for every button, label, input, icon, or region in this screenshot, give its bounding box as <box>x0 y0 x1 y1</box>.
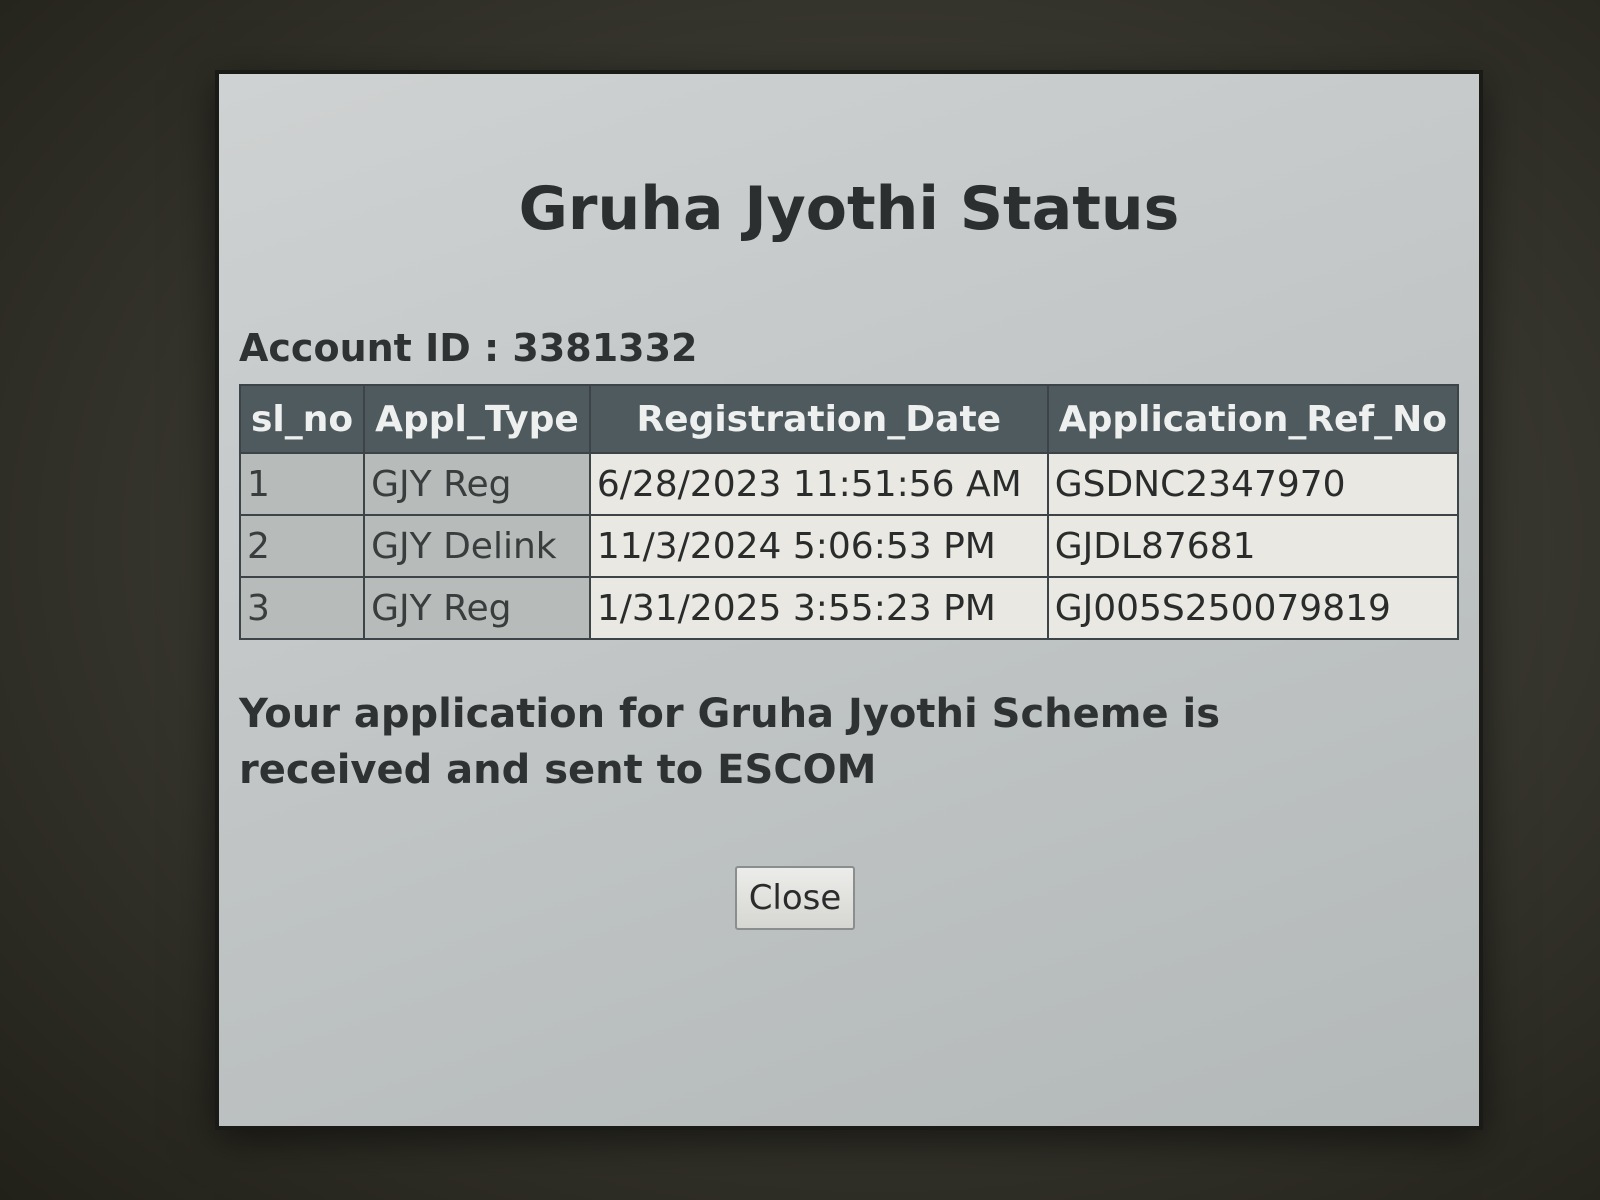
account-id-label: Account ID : 3381332 <box>239 326 698 370</box>
cell-registration-date: 11/3/2024 5:06:53 PM <box>588 514 1049 578</box>
cell-sl-no: 2 <box>238 514 366 578</box>
cell-appl-type: GJY Delink <box>363 514 591 578</box>
cell-application-ref-no: GSDNC2347970 <box>1046 452 1460 516</box>
cell-appl-type: GJY Reg <box>363 576 591 640</box>
cell-appl-type: GJY Reg <box>363 452 591 516</box>
dialog-title: Gruha Jyothi Status <box>518 174 1180 244</box>
status-dialog: Gruha Jyothi Status Account ID : 3381332… <box>215 70 1483 1130</box>
header-sl-no: sl_no <box>238 384 366 454</box>
table-header-row: sl_no Appl_Type Registration_Date Applic… <box>238 384 1460 454</box>
cell-application-ref-no: GJDL87681 <box>1046 514 1460 578</box>
cell-registration-date: 6/28/2023 11:51:56 AM <box>588 452 1049 516</box>
table-row: 3 GJY Reg 1/31/2025 3:55:23 PM GJ005S250… <box>238 576 1460 640</box>
status-table: sl_no Appl_Type Registration_Date Applic… <box>238 384 1460 640</box>
status-message: Your application for Gruha Jyothi Scheme… <box>239 691 1221 793</box>
cell-registration-date: 1/31/2025 3:55:23 PM <box>588 576 1049 640</box>
cell-sl-no: 3 <box>238 576 366 640</box>
cell-sl-no: 1 <box>238 452 366 516</box>
header-appl-type: Appl_Type <box>363 384 591 454</box>
table-row: 1 GJY Reg 6/28/2023 11:51:56 AM GSDNC234… <box>238 452 1460 516</box>
table-row: 2 GJY Delink 11/3/2024 5:06:53 PM GJDL87… <box>238 514 1460 578</box>
close-button[interactable]: Close <box>735 866 855 930</box>
header-application-ref-no: Application_Ref_No <box>1046 384 1460 454</box>
header-registration-date: Registration_Date <box>588 384 1049 454</box>
cell-application-ref-no: GJ005S250079819 <box>1046 576 1460 640</box>
